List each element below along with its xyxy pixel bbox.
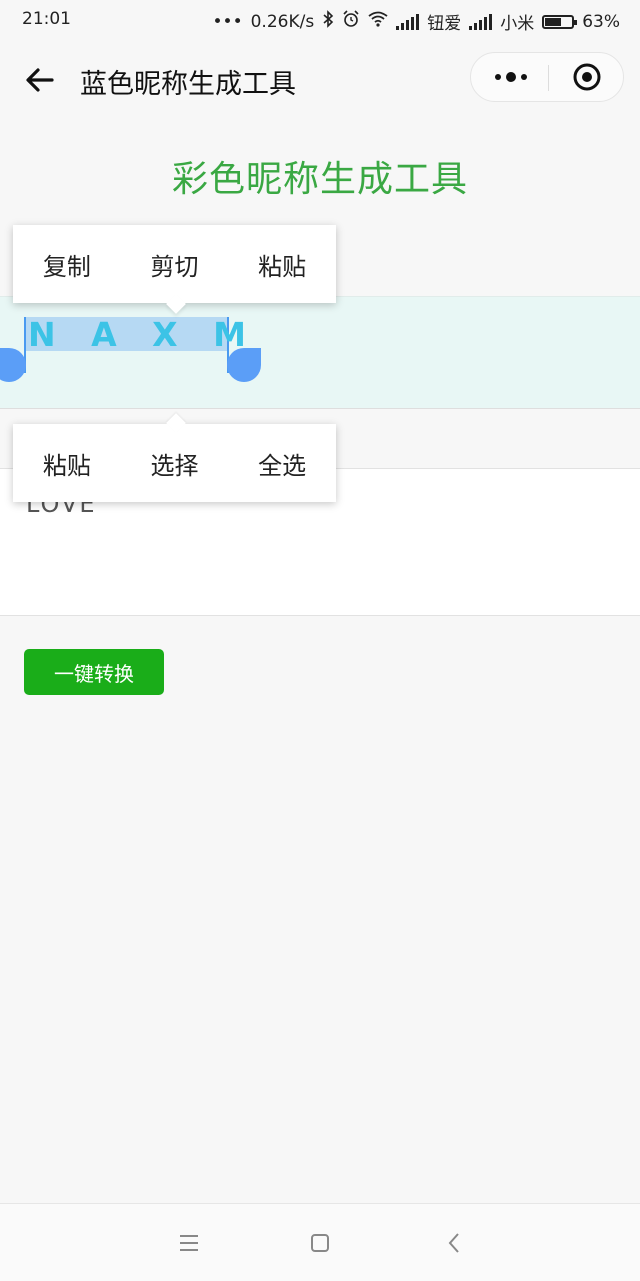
battery-percent: 63% — [582, 11, 620, 32]
carrier-1: 钮爱 — [427, 14, 462, 34]
page-title: 彩色昵称生成工具 — [171, 159, 468, 200]
bluetooth-icon — [322, 10, 334, 33]
signal-icon-2 — [469, 13, 493, 30]
nav-title: 蓝色昵称生成工具 — [80, 69, 296, 100]
wifi-icon — [368, 11, 388, 32]
battery-icon — [542, 14, 578, 29]
status-indicators: ••• 0.26K/s 钮爱 小米 63% — [213, 9, 620, 34]
menu-item-select[interactable]: 选择 — [121, 446, 229, 481]
more-menu-icon[interactable] — [491, 61, 531, 93]
more-dots-icon: ••• — [212, 11, 243, 32]
menu-lines-icon[interactable] — [176, 1230, 202, 1256]
context-menu-paste: 粘贴 选择 全选 — [13, 424, 336, 502]
network-speed: 0.26K/s — [250, 11, 315, 32]
home-square-icon[interactable] — [307, 1230, 333, 1256]
output-area[interactable]: N A X M — [0, 296, 640, 409]
menu-item-paste[interactable]: 粘贴 — [228, 247, 336, 282]
back-arrow-icon[interactable] — [22, 62, 58, 98]
carrier-2: 小米 — [500, 14, 535, 34]
back-chevron-icon[interactable] — [442, 1230, 468, 1256]
capsule-divider — [548, 65, 549, 91]
signal-icon — [396, 13, 420, 30]
status-time: 21:01 — [22, 9, 71, 29]
selection-handle-end[interactable] — [227, 348, 261, 382]
system-nav-bar — [0, 1203, 640, 1281]
context-menu-copy: 复制 剪切 粘贴 — [13, 225, 336, 303]
menu-item-select-all[interactable]: 全选 — [228, 446, 336, 481]
menu-item-copy[interactable]: 复制 — [13, 247, 121, 282]
menu-item-paste-2[interactable]: 粘贴 — [13, 446, 121, 481]
mini-program-capsule — [470, 52, 624, 102]
nav-bar: 蓝色昵称生成工具 — [0, 40, 640, 120]
close-target-icon[interactable] — [572, 62, 602, 92]
alarm-icon — [342, 10, 360, 33]
convert-button[interactable]: 一键转换 — [24, 649, 164, 695]
menu-item-cut[interactable]: 剪切 — [121, 247, 229, 282]
output-text[interactable]: N A X M — [28, 315, 258, 354]
status-bar: 21:01 ••• 0.26K/s 钮爱 小米 63% — [0, 0, 640, 40]
